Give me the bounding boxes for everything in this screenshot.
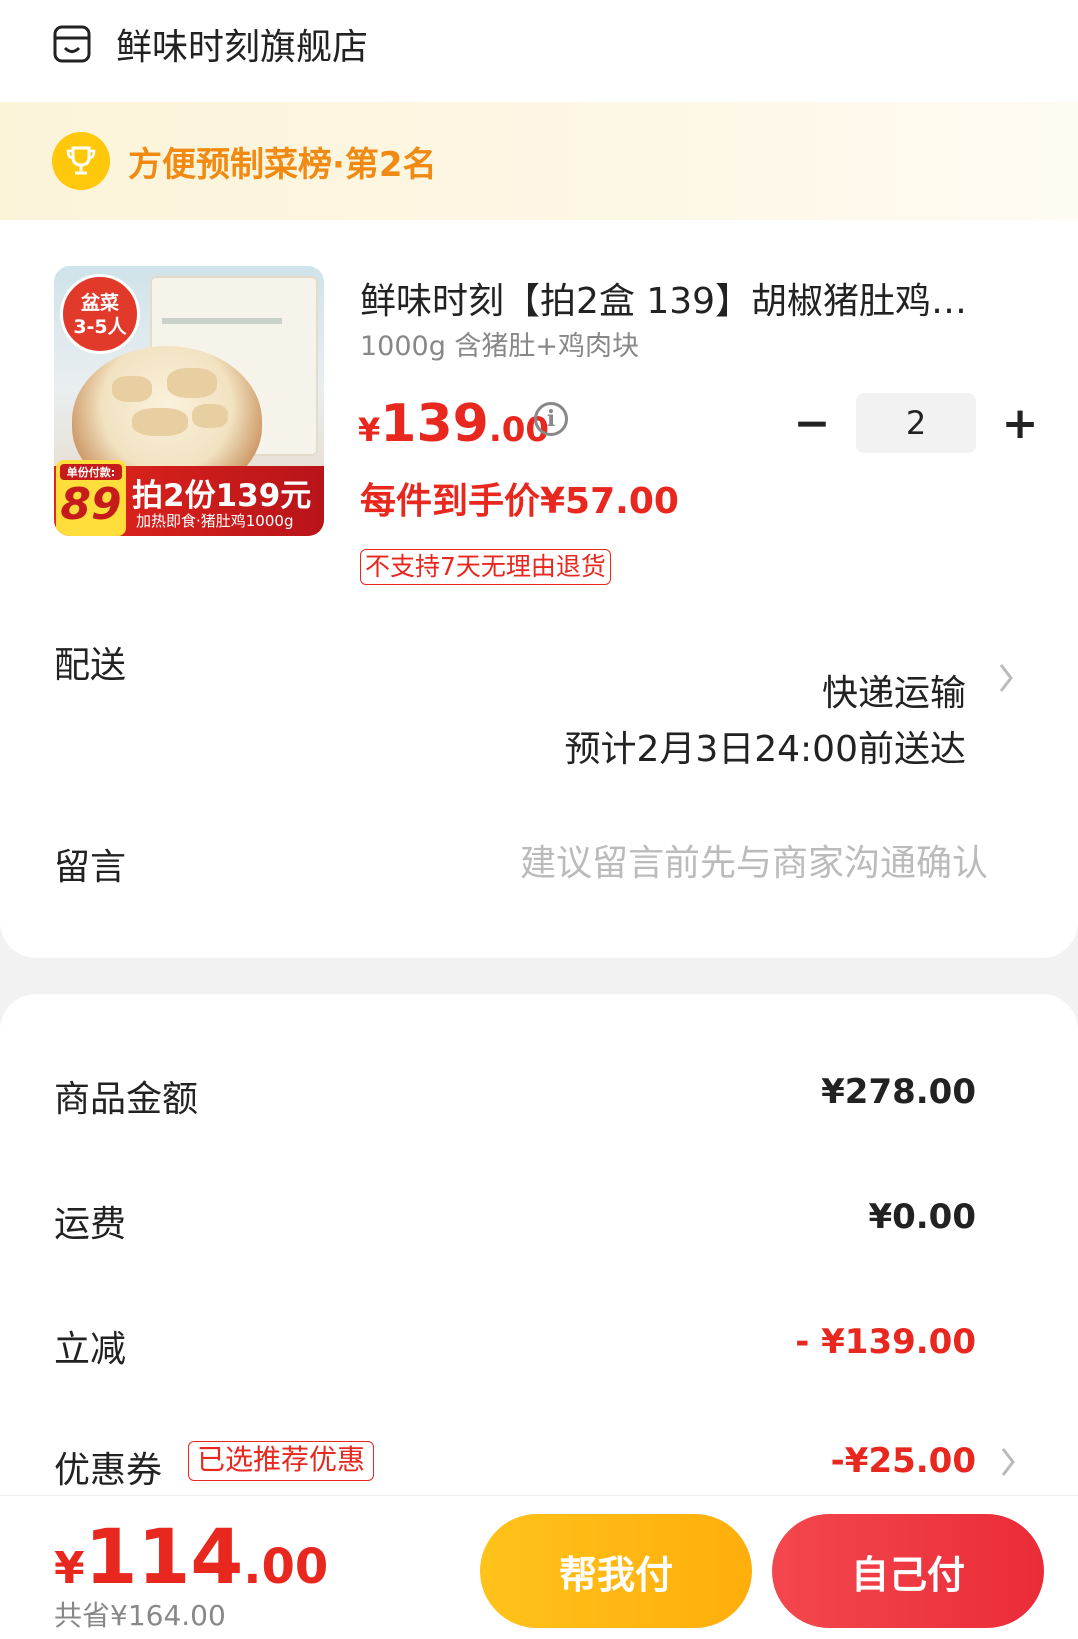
promo-strip: 单份付款: 89 拍2份139元 加热即食·猪肚鸡1000g (54, 460, 324, 536)
quantity-value[interactable]: 2 (856, 393, 976, 453)
unit-price: 每件到手价¥57.00 (360, 481, 679, 522)
rank-banner[interactable]: 方便预制菜榜·第2名 (0, 102, 1078, 220)
shipping-fee-label: 运费 (54, 1204, 127, 1245)
trophy-icon (52, 132, 110, 190)
self-pay-button[interactable]: 自己付 (772, 1514, 1044, 1628)
store-name: 鲜味时刻旗舰店 (116, 27, 369, 68)
shipping-fee-value: ¥0.00 (868, 1197, 976, 1237)
quantity-stepper: − 2 + (788, 392, 1044, 454)
rank-text: 方便预制菜榜·第2名 (128, 144, 437, 185)
checkout-bar: ¥ 114 .00 共省¥164.00 帮我付 自己付 (0, 1495, 1078, 1639)
message-label: 留言 (54, 847, 127, 888)
delivery-eta: 预计2月3日24:00前送达 (564, 729, 966, 770)
promo-main-text: 拍2份139元 (132, 478, 312, 514)
message-input[interactable] (420, 838, 988, 888)
coupon-value[interactable]: -¥25.00 (831, 1441, 976, 1481)
delivery-method[interactable]: 快递运输 (822, 664, 966, 716)
increase-button[interactable]: + (996, 398, 1044, 449)
return-policy-tag: 不支持7天无理由退货 (360, 549, 611, 585)
saved-amount: 共省¥164.00 (54, 1599, 226, 1632)
coupon-label: 优惠券 (54, 1450, 163, 1491)
chevron-right-icon[interactable] (998, 662, 1014, 703)
help-pay-button[interactable]: 帮我付 (480, 1514, 752, 1628)
promo-sub-text: 加热即食·猪肚鸡1000g (136, 512, 294, 530)
product-price: ¥ 139 .00 (358, 394, 550, 454)
instant-discount-label: 立减 (54, 1329, 127, 1370)
instant-discount-value: - ¥139.00 (795, 1322, 976, 1362)
product-spec[interactable]: 1000g 含猪肚+鸡肉块 (360, 324, 639, 363)
decrease-button[interactable]: − (788, 398, 836, 449)
single-price-badge: 单份付款: 89 (56, 460, 126, 536)
store-header[interactable]: 鲜味时刻旗舰店 (52, 16, 368, 72)
goods-amount-value: ¥278.00 (821, 1072, 976, 1112)
coupon-chevron-icon[interactable] (1000, 1446, 1016, 1487)
info-icon[interactable]: i (534, 402, 568, 436)
order-card: 鲜味时刻旗舰店 方便预制菜榜·第2名 盆菜 3-5人 单份付款: 89 拍2份13… (0, 0, 1078, 958)
serving-badge: 盆菜 3-5人 (60, 274, 140, 354)
total-price: ¥ 114 .00 (54, 1512, 329, 1601)
product-image[interactable]: 盆菜 3-5人 单份付款: 89 拍2份139元 加热即食·猪肚鸡1000g (54, 266, 324, 536)
delivery-label: 配送 (54, 645, 127, 686)
product-title[interactable]: 鲜味时刻【拍2盒 139】胡椒猪肚鸡… (360, 272, 1010, 324)
coupon-selected-tag: 已选推荐优惠 (188, 1441, 375, 1481)
goods-amount-label: 商品金额 (54, 1079, 199, 1120)
store-icon (53, 25, 91, 63)
